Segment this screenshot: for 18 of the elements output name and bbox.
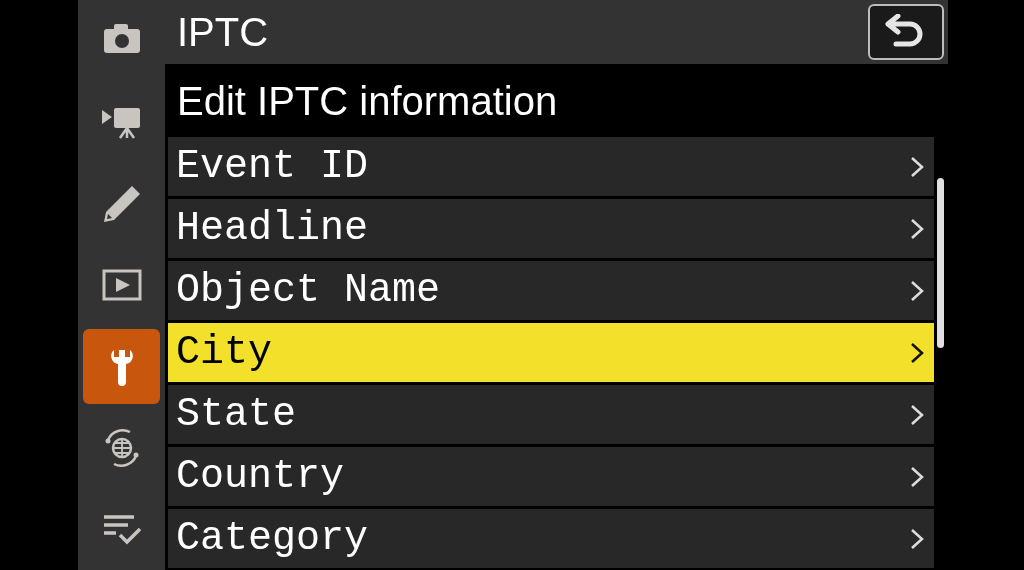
- chevron-icon: [910, 155, 924, 178]
- chevron-icon: [910, 403, 924, 426]
- menu-item[interactable]: Category: [168, 509, 934, 568]
- chevron-icon: [910, 527, 924, 550]
- menu-item[interactable]: Object Name: [168, 261, 934, 320]
- chevron-icon: [910, 217, 924, 240]
- menu-item[interactable]: State: [168, 385, 934, 444]
- menu-title: IPTC: [177, 12, 269, 52]
- menu-item[interactable]: Country: [168, 447, 934, 506]
- menu-item[interactable]: Event ID: [168, 137, 934, 196]
- sidebar-tab[interactable]: [83, 328, 160, 404]
- menu-item[interactable]: Headline: [168, 199, 934, 258]
- chevron-icon: [910, 341, 924, 364]
- menu-item[interactable]: City: [168, 323, 934, 382]
- chevron-icon: [910, 279, 924, 302]
- menu-subtitle: Edit IPTC information: [177, 80, 558, 121]
- back-button[interactable]: [868, 4, 944, 60]
- chevron-icon: [910, 465, 924, 488]
